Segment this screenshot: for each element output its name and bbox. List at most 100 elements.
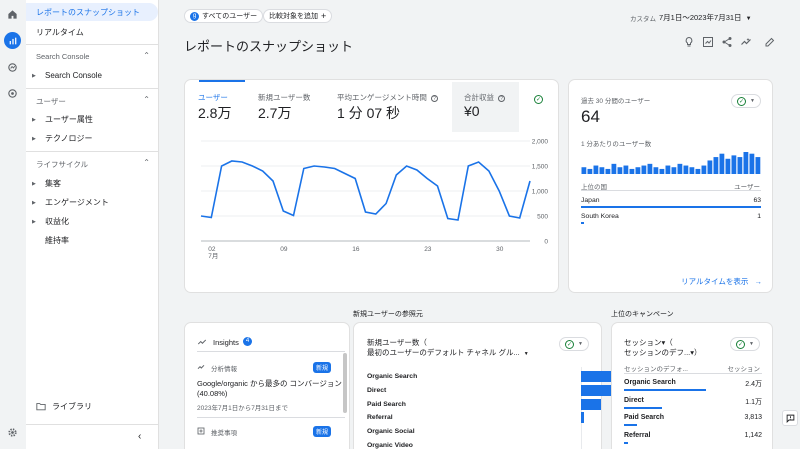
insights-scrollbar[interactable] bbox=[343, 353, 347, 413]
per-minute-bar[interactable] bbox=[731, 155, 737, 174]
per-minute-bar[interactable] bbox=[629, 168, 635, 174]
per-minute-bar[interactable] bbox=[647, 163, 653, 174]
per-minute-bar[interactable] bbox=[641, 165, 647, 174]
overview-chart-card: ユーザー 2.8万 新規ユーザー数 2.7万 平均エンゲージメント時間 ? 1 … bbox=[184, 79, 559, 293]
metric-tab-users-value[interactable]: 2.8万 bbox=[198, 103, 231, 123]
per-minute-bar[interactable] bbox=[611, 163, 617, 174]
campaign-row[interactable]: Direct 1.1万 bbox=[624, 397, 762, 411]
nav-item-search-console[interactable]: ▶ Search Console bbox=[26, 66, 158, 84]
per-minute-bar[interactable] bbox=[659, 168, 665, 174]
per-minute-bar[interactable] bbox=[671, 167, 677, 174]
view-realtime-link[interactable]: リアルタイムを表示 → bbox=[681, 276, 762, 287]
per-minute-bar[interactable] bbox=[743, 152, 749, 174]
nav-section-user[interactable]: ユーザー bbox=[36, 96, 66, 107]
country-row[interactable]: South Korea 1 bbox=[581, 213, 761, 227]
advertising-icon[interactable] bbox=[4, 85, 21, 102]
source-bar[interactable] bbox=[581, 412, 584, 424]
metric-tab-users-label[interactable]: ユーザー bbox=[198, 92, 228, 103]
per-minute-bar[interactable] bbox=[749, 153, 755, 174]
per-minute-bar[interactable] bbox=[737, 157, 743, 174]
chevron-up-icon[interactable]: ⌃ bbox=[143, 95, 150, 104]
per-minute-bar[interactable] bbox=[665, 165, 671, 174]
compare-trend-icon[interactable] bbox=[740, 36, 752, 48]
campaign-row[interactable]: Paid Search 3,813 bbox=[624, 414, 762, 428]
campaign-row-bar bbox=[624, 424, 638, 426]
realtime-users-label: 過去 30 分間のユーザー bbox=[581, 98, 651, 105]
country-bar bbox=[581, 206, 761, 208]
chevron-up-icon[interactable]: ⌃ bbox=[143, 51, 150, 60]
per-minute-bar[interactable] bbox=[653, 167, 659, 174]
share-icon[interactable] bbox=[721, 36, 733, 48]
y-tick-label: 2,000 bbox=[532, 139, 549, 146]
per-minute-bar[interactable] bbox=[707, 160, 713, 174]
metric-tab-engagement-time-value[interactable]: 1 分 07 秒 bbox=[337, 103, 400, 123]
arrow-right-icon: → bbox=[754, 277, 763, 286]
customize-report-icon[interactable] bbox=[702, 36, 714, 48]
per-minute-bar[interactable] bbox=[605, 168, 611, 174]
campaign-row-name: Direct bbox=[624, 396, 644, 404]
nav-section-lifecycle[interactable]: ライフサイクル bbox=[36, 159, 88, 170]
per-minute-bar[interactable] bbox=[713, 157, 719, 174]
campaign-row[interactable]: Organic Search 2.4万 bbox=[624, 379, 762, 393]
campaign-row-name: Paid Search bbox=[624, 414, 665, 421]
metric-tab-engagement-time-label[interactable]: 平均エンゲージメント時間 ? bbox=[337, 92, 438, 103]
source-status-dropdown[interactable]: ✓ ▼ bbox=[559, 337, 589, 351]
per-minute-bar[interactable] bbox=[725, 158, 731, 174]
nav-item-engagement[interactable]: ▶ エンゲージメント bbox=[26, 193, 158, 211]
data-quality-status[interactable]: ✓ bbox=[534, 95, 543, 104]
per-minute-bar[interactable] bbox=[695, 168, 701, 174]
help-icon[interactable]: ? bbox=[498, 95, 506, 102]
per-minute-bar[interactable] bbox=[689, 167, 695, 174]
campaign-title-dimension[interactable]: セッションのデフ...▾） bbox=[624, 347, 702, 358]
nav-item-monetization[interactable]: ▶ 収益化 bbox=[26, 212, 158, 230]
realtime-status-dropdown[interactable]: ✓ ▼ bbox=[731, 94, 761, 108]
per-minute-bar[interactable] bbox=[683, 165, 689, 174]
nav-section-search-console[interactable]: Search Console bbox=[36, 52, 89, 61]
nav-item-acquisition[interactable]: ▶ 集客 bbox=[26, 174, 158, 192]
settings-gear-icon[interactable] bbox=[4, 424, 21, 441]
nav-item-report-snapshot[interactable]: レポートのスナップショット bbox=[26, 3, 158, 21]
insights-lightbulb-icon[interactable] bbox=[683, 36, 695, 48]
per-minute-bar[interactable] bbox=[587, 168, 593, 174]
source-card-title-dimension[interactable]: 最初のユーザーのデフォルト チャネル グル... ▼ bbox=[367, 347, 529, 358]
per-minute-bar[interactable] bbox=[635, 167, 641, 174]
per-minute-bar[interactable] bbox=[719, 153, 725, 174]
campaign-status-dropdown[interactable]: ✓ ▼ bbox=[730, 337, 760, 351]
divider bbox=[581, 190, 761, 191]
help-icon[interactable]: ? bbox=[430, 95, 438, 102]
per-minute-bar[interactable] bbox=[617, 167, 623, 174]
explore-icon[interactable] bbox=[4, 59, 21, 76]
segment-chip-all-users[interactable]: g すべてのユーザー bbox=[184, 9, 264, 23]
per-minute-bar[interactable] bbox=[755, 157, 761, 174]
insights-title[interactable]: Insights bbox=[213, 338, 239, 347]
chevron-up-icon[interactable]: ⌃ bbox=[143, 158, 150, 167]
metric-tab-new-users-value[interactable]: 2.7万 bbox=[258, 103, 291, 123]
reports-icon[interactable] bbox=[4, 32, 21, 49]
country-row[interactable]: Japan 63 bbox=[581, 197, 761, 211]
nav-item-technology[interactable]: ▶ テクノロジー bbox=[26, 129, 158, 147]
divider bbox=[26, 424, 158, 425]
per-minute-bar[interactable] bbox=[623, 165, 629, 174]
per-minute-bar[interactable] bbox=[701, 165, 707, 174]
date-range-picker[interactable]: 7月1日～2023年7月31日 ▼ bbox=[659, 12, 752, 23]
source-bar[interactable] bbox=[581, 398, 602, 410]
edit-pencil-icon[interactable] bbox=[764, 36, 776, 48]
per-minute-bar[interactable] bbox=[581, 167, 587, 174]
per-minute-bar[interactable] bbox=[599, 167, 605, 174]
per-minute-bar[interactable] bbox=[677, 163, 683, 174]
per-minute-bar[interactable] bbox=[593, 165, 599, 174]
add-comparison-button[interactable]: 比較対象を追加 + bbox=[263, 9, 333, 23]
insight-headline[interactable]: Google/organic から最多の コンバージョン (40.08%) bbox=[197, 379, 345, 400]
nav-item-library[interactable]: ライブラリ bbox=[26, 397, 158, 415]
metric-tab-new-users-label[interactable]: 新規ユーザー数 bbox=[258, 92, 310, 103]
caret-right-icon: ▶ bbox=[32, 181, 36, 187]
collapse-chevron-icon[interactable]: ‹ bbox=[138, 431, 141, 442]
metric-tab-revenue[interactable]: 合計収益 ? ¥0 bbox=[452, 82, 519, 132]
nav-item-demographics[interactable]: ▶ ユーザー属性 bbox=[26, 110, 158, 128]
nav-item-realtime[interactable]: リアルタイム bbox=[26, 23, 158, 41]
home-icon[interactable] bbox=[4, 6, 21, 23]
nav-item-retention[interactable]: 維持率 bbox=[26, 231, 158, 249]
feedback-button[interactable] bbox=[782, 410, 798, 426]
campaign-row[interactable]: Referral 1,142 bbox=[624, 432, 762, 446]
caret-down-icon: ▼ bbox=[578, 341, 583, 347]
